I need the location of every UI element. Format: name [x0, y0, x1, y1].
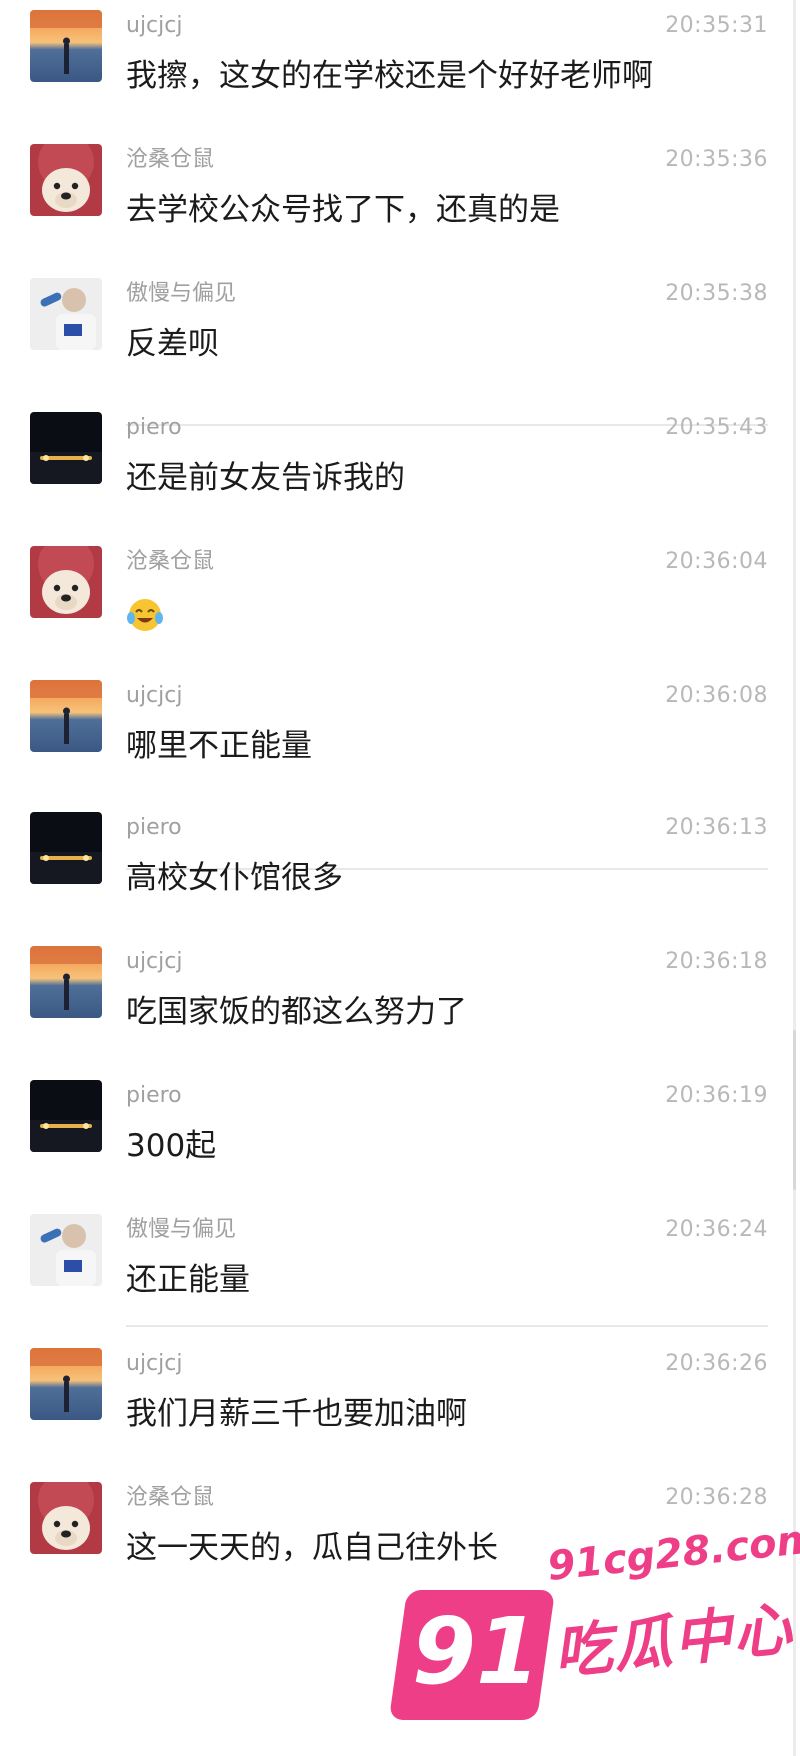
dog-red-hat-avatar[interactable]	[30, 144, 102, 216]
chat-message[interactable]: piero 20:35:43 还是前女友告诉我的	[0, 402, 800, 551]
message-timestamp: 20:36:08	[665, 683, 768, 708]
message-text: 哪里不正能量	[126, 728, 312, 764]
message-text: 反差呗	[126, 326, 219, 362]
message-timestamp: 20:35:43	[665, 415, 768, 440]
scrollbar-thumb[interactable]	[793, 1030, 796, 1190]
sunset-silhouette-avatar[interactable]	[30, 10, 102, 82]
sender-name: piero	[126, 415, 182, 440]
dog-red-hat-avatar[interactable]	[30, 1482, 102, 1554]
chat-message[interactable]: 沧桑仓鼠 20:35:36 去学校公众号找了下，还真的是	[0, 134, 800, 283]
chat-message[interactable]: piero 20:36:13 高校女仆馆很多	[0, 802, 800, 951]
chat-message[interactable]: 傲慢与偏见 20:36:24 还正能量	[0, 1204, 800, 1353]
sender-name: piero	[126, 1083, 182, 1108]
message-text: 我擦，这女的在学校还是个好好老师啊	[126, 58, 653, 94]
message-timestamp: 20:36:24	[665, 1217, 768, 1242]
night-car-lights-avatar[interactable]	[30, 812, 102, 884]
message-text: 还正能量	[126, 1262, 250, 1298]
message-timestamp: 20:36:28	[665, 1485, 768, 1510]
watermark-number: 91	[411, 1598, 541, 1705]
sender-name: ujcjcj	[126, 13, 183, 38]
chat-message[interactable]: piero 20:36:19 300起	[0, 1070, 800, 1219]
laughing-crying-emoji	[127, 599, 163, 631]
sender-name: 傲慢与偏见	[126, 1217, 237, 1242]
night-car-lights-avatar[interactable]	[30, 1080, 102, 1152]
message-timestamp: 20:36:18	[665, 949, 768, 974]
watermark-text: 吃瓜中心	[550, 1594, 797, 1688]
chat-message[interactable]: ujcjcj 20:36:08 哪里不正能量	[0, 670, 800, 819]
chat-message[interactable]: ujcjcj 20:36:26 我们月薪三千也要加油啊	[0, 1338, 800, 1487]
message-timestamp: 20:36:13	[665, 815, 768, 840]
chat-message-list[interactable]: ujcjcj 20:35:31 我擦，这女的在学校还是个好好老师啊 沧桑仓鼠 2…	[0, 0, 800, 1756]
chat-message[interactable]: 沧桑仓鼠 20:36:04	[0, 536, 800, 685]
message-timestamp: 20:36:26	[665, 1351, 768, 1376]
message-text: 还是前女友告诉我的	[126, 460, 405, 496]
message-text: 高校女仆馆很多	[126, 860, 343, 896]
sender-name: ujcjcj	[126, 1351, 183, 1376]
night-car-lights-avatar[interactable]	[30, 412, 102, 484]
message-timestamp: 20:36:19	[665, 1083, 768, 1108]
message-timestamp: 20:36:04	[665, 549, 768, 574]
sender-name: 傲慢与偏见	[126, 281, 237, 306]
chat-message[interactable]: ujcjcj 20:35:31 我擦，这女的在学校还是个好好老师啊	[0, 0, 800, 149]
sunset-silhouette-avatar[interactable]	[30, 680, 102, 752]
message-text: 300起	[126, 1128, 217, 1164]
sender-name: ujcjcj	[126, 949, 183, 974]
chat-message[interactable]: 傲慢与偏见 20:35:38 反差呗	[0, 268, 800, 417]
message-timestamp: 20:35:38	[665, 281, 768, 306]
chat-message[interactable]: ujcjcj 20:36:18 吃国家饭的都这么努力了	[0, 936, 800, 1085]
message-timestamp: 20:35:31	[665, 13, 768, 38]
sender-name: 沧桑仓鼠	[126, 1485, 215, 1510]
message-text: 去学校公众号找了下，还真的是	[126, 192, 560, 228]
message-text: 吃国家饭的都这么努力了	[126, 994, 467, 1030]
sender-name: ujcjcj	[126, 683, 183, 708]
dog-red-hat-avatar[interactable]	[30, 546, 102, 618]
scrollbar-track[interactable]	[793, 0, 796, 1756]
sunset-silhouette-avatar[interactable]	[30, 1348, 102, 1420]
site-watermark: 91 91cg28.com 吃瓜中心	[388, 1516, 800, 1720]
sender-name: piero	[126, 815, 182, 840]
sunset-silhouette-avatar[interactable]	[30, 946, 102, 1018]
man-drinking-avatar[interactable]	[30, 1214, 102, 1286]
sender-name: 沧桑仓鼠	[126, 549, 215, 574]
sender-name: 沧桑仓鼠	[126, 147, 215, 172]
message-timestamp: 20:35:36	[665, 147, 768, 172]
message-text: 我们月薪三千也要加油啊	[126, 1396, 467, 1432]
man-drinking-avatar[interactable]	[30, 278, 102, 350]
